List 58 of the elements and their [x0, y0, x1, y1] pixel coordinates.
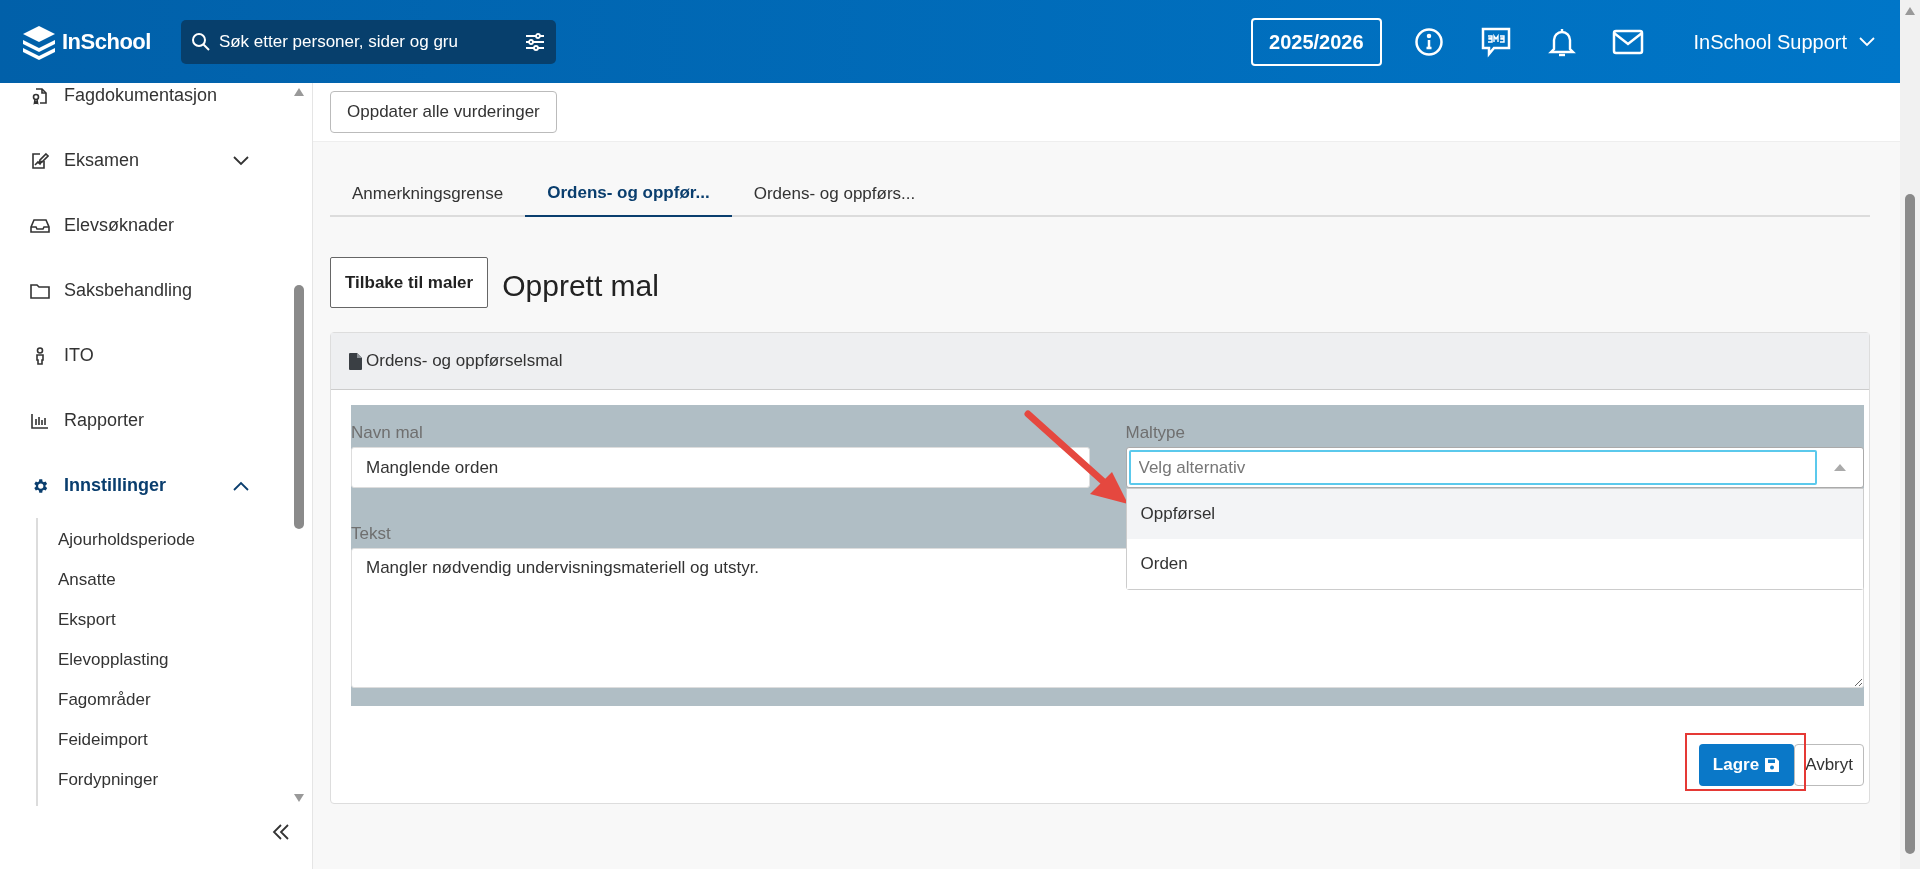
sidebar-subitem[interactable]: Elevopplasting: [58, 640, 289, 680]
tab[interactable]: Ordens- og oppfør...: [525, 170, 732, 217]
sidebar-subitem[interactable]: Ajourholdsperiode: [58, 520, 289, 560]
sms-icon[interactable]: [1479, 25, 1512, 58]
page-scrollbar[interactable]: [1900, 0, 1920, 869]
sidebar-item[interactable]: Innstillinger: [0, 453, 289, 518]
filter-icon[interactable]: [523, 31, 546, 52]
search-icon: [190, 31, 211, 52]
folder-icon: [30, 282, 50, 299]
sidebar-subitem[interactable]: Eksport: [58, 600, 289, 640]
field-label: Navn mal: [351, 422, 423, 444]
sidebar-item[interactable]: Eksamen: [0, 128, 289, 193]
sidebar-subitem[interactable]: Fordypninger: [58, 760, 289, 800]
caret-up-icon: [1834, 464, 1846, 471]
save-button[interactable]: Lagre: [1698, 744, 1795, 786]
search-bar[interactable]: Søk etter personer, sider og gru: [180, 19, 556, 64]
back-button[interactable]: Tilbake til maler: [330, 257, 489, 308]
scroll-down-icon[interactable]: [293, 793, 305, 803]
sidebar-subitem[interactable]: Ansatte: [58, 560, 289, 600]
sidebar-item[interactable]: Rapporter: [0, 388, 289, 453]
scrollbar-thumb[interactable]: [1905, 194, 1915, 854]
select-field[interactable]: Velg alternativ: [1125, 447, 1864, 488]
chevron-up-icon: [233, 480, 249, 491]
scroll-up-icon[interactable]: [1904, 6, 1916, 16]
tab[interactable]: Anmerkningsgrense: [330, 170, 526, 217]
edit-icon: [31, 151, 49, 170]
sidebar-subitem[interactable]: Fagområder: [58, 680, 289, 720]
sidebar-item[interactable]: ITO: [0, 323, 289, 388]
input-field[interactable]: Manglende orden: [351, 447, 1090, 488]
cancel-button[interactable]: Avbryt: [1794, 744, 1864, 786]
file-icon: [349, 352, 362, 370]
chevron-down-icon: [233, 155, 249, 166]
scrollbar-thumb[interactable]: [294, 285, 304, 529]
sidebar-item[interactable]: Saksbehandling: [0, 258, 289, 323]
doc-icon: [31, 86, 49, 105]
sidebar-item[interactable]: Elevsøknader: [0, 193, 289, 258]
page-title: Opprett mal: [502, 268, 659, 304]
inbox-icon: [30, 217, 50, 234]
collapse-icon[interactable]: [272, 823, 290, 841]
chevron-down-icon: [1859, 36, 1875, 47]
sidebar-subitem[interactable]: Feideimport: [58, 720, 289, 760]
sidebar-item[interactable]: Fagdokumentasjon: [0, 83, 289, 128]
search-field[interactable]: Søk etter personer, sider og gru: [218, 28, 516, 55]
card-title: Ordens- og oppførselsmal: [366, 350, 563, 373]
bar-chart-icon: [31, 412, 49, 429]
info-icon[interactable]: [1413, 26, 1444, 57]
school-year-button[interactable]: 2025/2026: [1251, 17, 1382, 66]
tab[interactable]: Ordens- og oppførs...: [731, 170, 938, 217]
dropdown-option[interactable]: Oppførsel: [1126, 489, 1863, 539]
mail-icon[interactable]: [1611, 28, 1644, 55]
user-menu-button[interactable]: InSchool Support: [1693, 26, 1875, 57]
update-assessments-button[interactable]: Oppdater alle vurderinger: [330, 91, 557, 133]
search-input[interactable]: Velg alternativ: [1128, 450, 1817, 485]
scroll-up-icon[interactable]: [293, 87, 305, 97]
logo-text: InSchool: [62, 28, 151, 56]
field-label: Maltype: [1125, 422, 1186, 444]
person-icon: [34, 346, 46, 365]
field-label: Tekst: [351, 523, 391, 545]
